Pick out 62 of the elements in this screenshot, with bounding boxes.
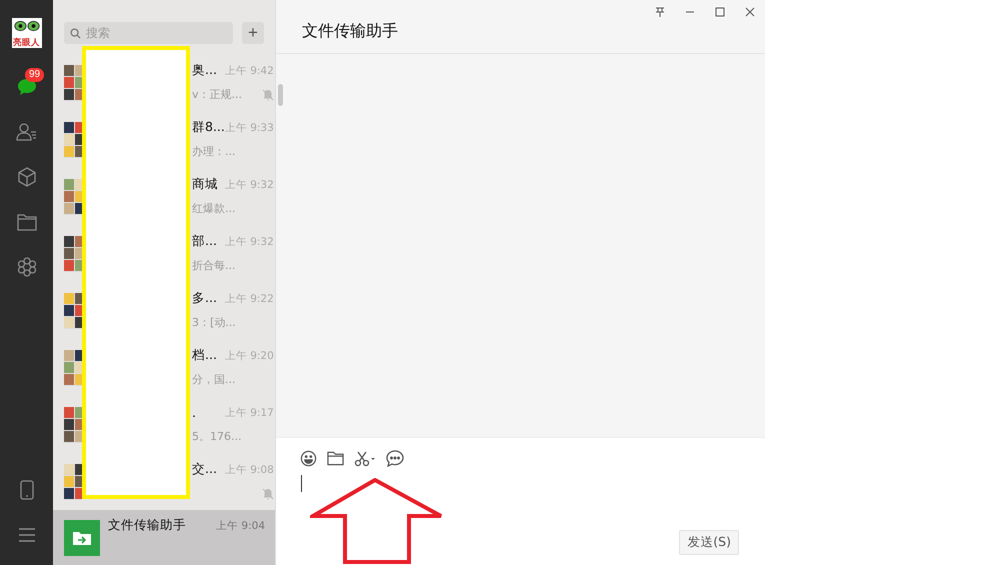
text-cursor — [301, 475, 302, 492]
chat-name: 商城 — [192, 176, 218, 193]
scissors-icon[interactable] — [354, 450, 376, 466]
pin-icon[interactable] — [655, 7, 665, 17]
phone-icon — [20, 480, 34, 500]
chat-name: 档... — [192, 347, 217, 364]
maximize-icon[interactable] — [715, 7, 725, 17]
chat-list-item[interactable]: 档... 上午 9:20 分，国... — [190, 339, 278, 396]
chat-list-item[interactable]: 交... 上午 9:08 — [190, 453, 278, 510]
chat-name: 群8... — [192, 119, 225, 136]
message-preview: 分，国... — [192, 372, 236, 387]
chat-time: 上午 9:17 — [224, 406, 274, 420]
profile-avatar[interactable]: 亮眼人 — [12, 18, 42, 48]
message-preview: 5。176... — [192, 429, 242, 444]
chat-bubble-icon[interactable] — [386, 450, 404, 467]
cube-icon — [16, 166, 36, 186]
chat-list-item[interactable]: 商城 上午 9:32 红爆款... — [190, 168, 278, 225]
chat-bubble-icon — [16, 76, 38, 96]
eyes-icon — [12, 20, 40, 32]
chat-name: 多... — [192, 290, 217, 307]
chat-time: 上午 9:42 — [224, 64, 274, 78]
chat-name: 部... — [192, 233, 217, 250]
logo-text: 亮眼人 — [13, 38, 40, 48]
chat-name: 文件传输助手 — [108, 517, 186, 534]
chat-time: 上午 9:33 — [224, 120, 274, 134]
search-field[interactable]: 搜索 — [64, 22, 233, 44]
search-icon — [70, 28, 81, 39]
chat-list-item[interactable]: 奥... 上午 9:42 v：正规... — [190, 54, 278, 111]
message-preview: 3：[动... — [192, 315, 236, 330]
file-transfer-icon — [64, 520, 100, 556]
folder-icon — [16, 212, 36, 230]
scrollbar-thumb[interactable] — [278, 84, 283, 106]
add-button[interactable]: + — [242, 22, 264, 44]
message-preview: 折合每... — [192, 258, 236, 273]
flower-icon — [16, 256, 36, 276]
send-button[interactable]: 发送(S) — [679, 530, 739, 555]
message-input-area[interactable]: 发送(S) — [276, 437, 765, 565]
message-preview: 办理：... — [192, 144, 236, 159]
chat-name: . — [192, 405, 196, 420]
chat-list-item[interactable]: 文件传输助手 上午 9:04 — [53, 510, 275, 565]
chat-name: 奥... — [192, 62, 217, 79]
message-preview: 红爆款... — [192, 201, 236, 216]
unread-badge: 99 — [25, 68, 44, 82]
message-preview: v：正规... — [192, 87, 242, 102]
close-icon[interactable] — [745, 7, 755, 17]
chat-time: 上午 9:22 — [224, 292, 274, 306]
chat-time: 上午 9:20 — [224, 348, 274, 362]
chat-name: 交... — [192, 461, 217, 478]
chat-time: 上午 9:08 — [224, 462, 274, 476]
chat-list-item[interactable]: 部... 上午 9:32 折合每... — [190, 225, 278, 282]
chat-nav-button[interactable]: 99 — [0, 64, 53, 109]
chat-time: 上午 9:04 — [216, 518, 265, 532]
chat-list-item[interactable]: 多... 上午 9:22 3：[动... — [190, 282, 278, 339]
menu-icon — [18, 528, 36, 542]
contacts-icon — [16, 122, 38, 142]
conversation-title: 文件传输助手 — [302, 21, 398, 42]
chat-time: 上午 9:32 — [224, 234, 274, 248]
chat-time: 上午 9:32 — [224, 178, 274, 192]
chat-list-item[interactable]: 群8...上午 9:33 办理：... — [190, 111, 278, 168]
chat-list-item[interactable]: . 上午 9:17 5。176... — [190, 396, 278, 453]
smiley-icon[interactable] — [300, 450, 317, 467]
folder-icon[interactable] — [327, 451, 344, 466]
